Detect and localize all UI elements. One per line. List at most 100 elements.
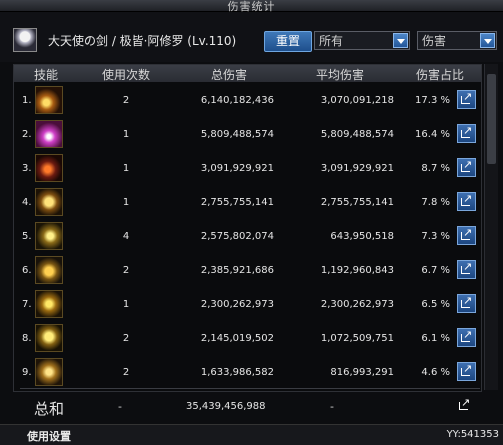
- skill-icon: [35, 222, 63, 250]
- col-uses[interactable]: 使用次数: [96, 66, 156, 83]
- row-uses: 4: [122, 231, 130, 242]
- summary-row: 总和 - 35,439,456,988 -: [0, 390, 503, 422]
- scrollbar[interactable]: [484, 64, 498, 390]
- row-uses: 1: [122, 197, 130, 208]
- table-row[interactable]: 9. 2 1,633,986,582 816,993,291 4.6 %: [14, 355, 481, 389]
- filter-select-all-value: 所有: [319, 34, 344, 48]
- row-avg: 1,192,960,843: [320, 265, 394, 276]
- row-total: 2,575,802,074: [200, 231, 274, 242]
- row-uses: 2: [122, 95, 130, 106]
- row-avg: 2,300,262,973: [320, 299, 394, 310]
- skill-icon: [35, 358, 63, 386]
- row-uses: 2: [122, 265, 130, 276]
- row-total: 3,091,929,921: [200, 163, 274, 174]
- scrollbar-thumb[interactable]: [487, 74, 496, 164]
- skill-icon: [35, 188, 63, 216]
- row-pct: 17.3 %: [415, 95, 450, 106]
- row-avg: 3,091,929,921: [320, 163, 394, 174]
- row-pct: 16.4 %: [415, 129, 450, 140]
- share-icon[interactable]: [457, 362, 476, 381]
- chevron-down-icon[interactable]: [480, 33, 495, 48]
- skill-icon: [35, 324, 63, 352]
- row-index: 3.: [22, 163, 32, 174]
- divider: [20, 388, 480, 389]
- chevron-down-icon[interactable]: [393, 33, 408, 48]
- share-icon[interactable]: [457, 90, 476, 109]
- row-uses: 1: [122, 299, 130, 310]
- col-avg[interactable]: 平均伤害: [310, 66, 370, 83]
- reset-button[interactable]: 重置: [264, 31, 312, 52]
- skill-icon: [35, 120, 63, 148]
- row-index: 7.: [22, 299, 32, 310]
- row-pct: 6.5 %: [421, 299, 450, 310]
- table-row[interactable]: 5. 4 2,575,802,074 643,950,518 7.3 %: [14, 219, 481, 253]
- table-row[interactable]: 8. 2 2,145,019,502 1,072,509,751 6.1 %: [14, 321, 481, 355]
- row-index: 1.: [22, 95, 32, 106]
- row-index: 4.: [22, 197, 32, 208]
- row-total: 2,755,755,141: [200, 197, 274, 208]
- table-row[interactable]: 6. 2 2,385,921,686 1,192,960,843 6.7 %: [14, 253, 481, 287]
- row-total: 1,633,986,582: [200, 367, 274, 378]
- share-icon[interactable]: [457, 260, 476, 279]
- row-avg: 5,809,488,574: [320, 129, 394, 140]
- window-titlebar[interactable]: 伤害统计: [0, 0, 503, 13]
- row-uses: 2: [122, 367, 130, 378]
- row-avg: 2,755,755,141: [320, 197, 394, 208]
- row-uses: 1: [122, 163, 130, 174]
- row-pct: 4.6 %: [421, 367, 450, 378]
- skill-icon: [35, 154, 63, 182]
- table-row[interactable]: 1. 2 6,140,182,436 3,070,091,218 17.3 %: [14, 83, 481, 117]
- row-avg: 816,993,291: [330, 367, 394, 378]
- row-uses: 2: [122, 333, 130, 344]
- share-icon[interactable]: [457, 192, 476, 211]
- filter-select-type[interactable]: 伤害: [417, 31, 497, 50]
- row-pct: 7.3 %: [421, 231, 450, 242]
- row-total: 2,385,921,686: [200, 265, 274, 276]
- row-index: 5.: [22, 231, 32, 242]
- row-index: 9.: [22, 367, 32, 378]
- table-row[interactable]: 2. 1 5,809,488,574 5,809,488,574 16.4 %: [14, 117, 481, 151]
- summary-uses: -: [118, 400, 122, 413]
- row-pct: 7.8 %: [421, 197, 450, 208]
- yy-id-label: YY:541353: [446, 429, 499, 440]
- table-row[interactable]: 4. 1 2,755,755,141 2,755,755,141 7.8 %: [14, 185, 481, 219]
- share-icon[interactable]: [457, 226, 476, 245]
- row-index: 8.: [22, 333, 32, 344]
- summary-label: 总和: [34, 400, 65, 418]
- table-row[interactable]: 3. 1 3,091,929,921 3,091,929,921 8.7 %: [14, 151, 481, 185]
- row-avg: 3,070,091,218: [320, 95, 394, 106]
- character-avatar: [13, 28, 37, 52]
- row-index: 6.: [22, 265, 32, 276]
- skill-icon: [35, 256, 63, 284]
- col-pct[interactable]: 伤害占比: [410, 66, 470, 83]
- settings-link[interactable]: 使用设置: [27, 428, 71, 444]
- row-total: 2,300,262,973: [200, 299, 274, 310]
- table-row[interactable]: 7. 1 2,300,262,973 2,300,262,973 6.5 %: [14, 287, 481, 321]
- table-header: 技能 使用次数 总伤害 平均伤害 伤害占比: [14, 65, 481, 82]
- row-total: 6,140,182,436: [200, 95, 274, 106]
- row-total: 5,809,488,574: [200, 129, 274, 140]
- skill-icon: [35, 290, 63, 318]
- damage-table: 技能 使用次数 总伤害 平均伤害 伤害占比 1. 2 6,140,182,436…: [13, 64, 482, 392]
- footer-bar: 使用设置 YY:541353: [0, 424, 503, 445]
- share-icon[interactable]: [457, 158, 476, 177]
- share-icon[interactable]: [457, 124, 476, 143]
- row-pct: 6.7 %: [421, 265, 450, 276]
- row-avg: 1,072,509,751: [320, 333, 394, 344]
- row-avg: 643,950,518: [330, 231, 394, 242]
- row-index: 2.: [22, 129, 32, 140]
- summary-avg: -: [330, 400, 334, 413]
- row-total: 2,145,019,502: [200, 333, 274, 344]
- skill-icon: [35, 86, 63, 114]
- col-total[interactable]: 总伤害: [204, 66, 254, 83]
- character-name: 大天使の剑 / 极皆·阿修罗 (Lv.110): [48, 34, 237, 48]
- row-pct: 6.1 %: [421, 333, 450, 344]
- filter-select-all[interactable]: 所有: [314, 31, 410, 50]
- row-pct: 8.7 %: [421, 163, 450, 174]
- summary-total: 35,439,456,988: [186, 401, 266, 412]
- filter-select-type-value: 伤害: [422, 34, 447, 48]
- col-skill[interactable]: 技能: [26, 66, 66, 83]
- row-uses: 1: [122, 129, 130, 140]
- share-icon[interactable]: [457, 294, 476, 313]
- share-icon[interactable]: [457, 328, 476, 347]
